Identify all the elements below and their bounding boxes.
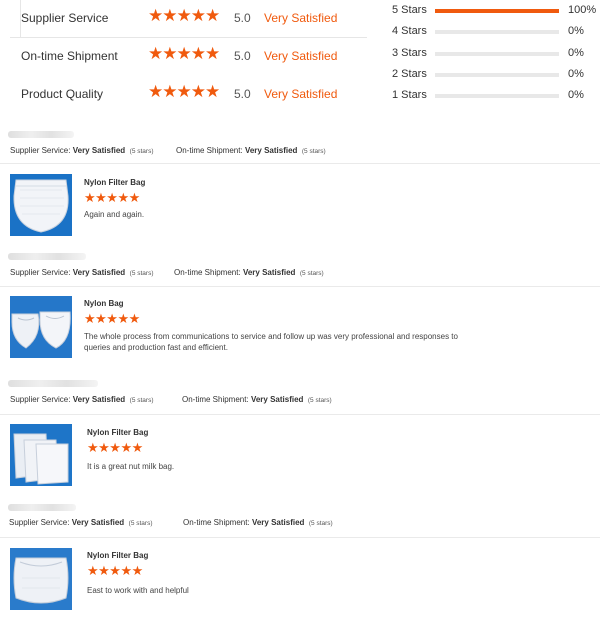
star-icon: ★★★★★ [148, 6, 220, 26]
metric-rating-text: Very Satisfied [264, 49, 338, 63]
distribution-percent: 0% [568, 68, 584, 80]
star-icon: ★★★★★ [87, 564, 143, 579]
divider [0, 163, 600, 164]
divider [0, 286, 600, 287]
distribution-bar-fill [435, 9, 559, 13]
distribution-label: 1 Stars [392, 89, 427, 101]
shipment-rating: On-time Shipment: Very Satisfied (5 star… [174, 268, 324, 277]
distribution-bar [435, 30, 559, 34]
distribution-row-2: 2 Stars 0% [385, 64, 600, 85]
reviewer-name-blurred [8, 253, 86, 260]
supplier-service-rating: Supplier Service: Very Satisfied (5 star… [10, 395, 154, 404]
distribution-label: 3 Stars [392, 47, 427, 59]
filter-bag-image[interactable] [10, 174, 72, 236]
divider [0, 414, 600, 415]
distribution-row-3: 3 Stars 0% [385, 43, 600, 64]
reviewer-name-blurred [8, 380, 98, 387]
filter-bag-image[interactable] [10, 296, 72, 358]
product-title[interactable]: Nylon Bag [84, 299, 124, 308]
distribution-bar [435, 52, 559, 56]
distribution-bar [435, 73, 559, 77]
star-icon: ★★★★★ [84, 312, 140, 327]
distribution-percent: 100% [568, 4, 597, 16]
distribution-bar [435, 9, 559, 13]
product-title[interactable]: Nylon Filter Bag [87, 551, 148, 560]
distribution-bar [435, 94, 559, 98]
star-icon: ★★★★★ [148, 44, 220, 64]
shipment-rating: On-time Shipment: Very Satisfied (5 star… [182, 395, 332, 404]
filter-bag-image[interactable] [10, 424, 72, 486]
shipment-rating: On-time Shipment: Very Satisfied (5 star… [183, 518, 333, 527]
distribution-label: 5 Stars [392, 4, 427, 16]
supplier-service-rating: Supplier Service: Very Satisfied (5 star… [10, 268, 154, 277]
metric-rating-text: Very Satisfied [264, 87, 338, 101]
reviewer-name-blurred [8, 131, 74, 138]
metric-supplier-service: Supplier Service ★★★★★ 5.0 Very Satisfie… [10, 0, 367, 37]
metric-score: 5.0 [234, 87, 251, 101]
star-icon: ★★★★★ [148, 82, 220, 102]
star-icon: ★★★★★ [87, 441, 143, 456]
metric-label: On-time Shipment [21, 49, 118, 63]
metric-score: 5.0 [234, 49, 251, 63]
divider [0, 537, 600, 538]
distribution-percent: 0% [568, 47, 584, 59]
distribution-percent: 0% [568, 89, 584, 101]
metric-on-time-shipment: On-time Shipment ★★★★★ 5.0 Very Satisfie… [10, 38, 367, 75]
review-text: It is a great nut milk bag. [87, 462, 175, 471]
metric-label: Product Quality [21, 87, 104, 101]
distribution-row-5: 5 Stars 100% [385, 0, 600, 21]
supplier-service-rating: Supplier Service: Very Satisfied (5 star… [9, 518, 153, 527]
product-title[interactable]: Nylon Filter Bag [84, 178, 145, 187]
reviewer-name-blurred [8, 504, 76, 511]
metric-rating-text: Very Satisfied [264, 11, 338, 25]
distribution-label: 4 Stars [392, 25, 427, 37]
metric-score: 5.0 [234, 11, 251, 25]
supplier-service-rating: Supplier Service: Very Satisfied (5 star… [10, 146, 154, 155]
distribution-row-4: 4 Stars 0% [385, 21, 600, 42]
shipment-rating: On-time Shipment: Very Satisfied (5 star… [176, 146, 326, 155]
metric-product-quality: Product Quality ★★★★★ 5.0 Very Satisfied [10, 76, 367, 113]
metric-label: Supplier Service [21, 11, 109, 25]
distribution-percent: 0% [568, 25, 584, 37]
distribution-label: 2 Stars [392, 68, 427, 80]
review-text: The whole process from communications to… [84, 332, 458, 352]
review-text: Again and again. [84, 210, 145, 219]
product-title[interactable]: Nylon Filter Bag [87, 428, 148, 437]
review-text: East to work with and helpful [87, 586, 189, 595]
star-icon: ★★★★★ [84, 191, 140, 206]
distribution-row-1: 1 Stars 0% [385, 85, 600, 106]
rating-summary: Supplier Service ★★★★★ 5.0 Very Satisfie… [10, 0, 367, 116]
filter-bag-image[interactable] [10, 548, 72, 610]
